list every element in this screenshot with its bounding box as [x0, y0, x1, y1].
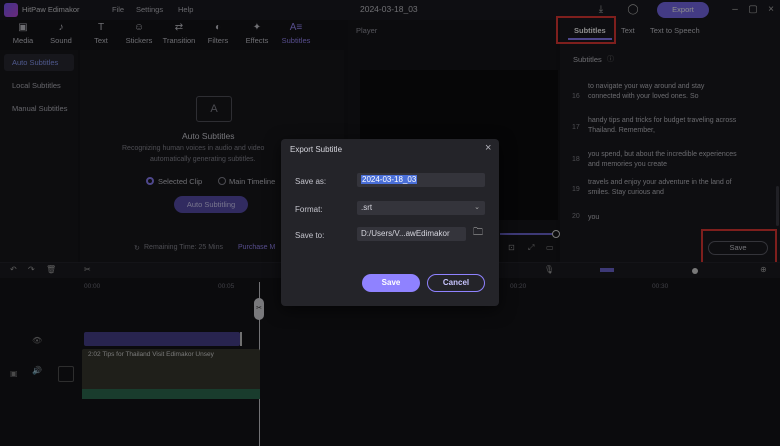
- format-label: Format:: [295, 205, 323, 214]
- save-as-value: 2024-03-18_03: [361, 175, 418, 184]
- format-value: .srt: [361, 203, 373, 212]
- dialog-save-button[interactable]: Save: [362, 274, 420, 292]
- dialog-cancel-button[interactable]: Cancel: [427, 274, 485, 292]
- format-select[interactable]: .srt ⌄: [357, 201, 485, 215]
- save-to-label: Save to:: [295, 231, 325, 240]
- dialog-title: Export Subtitle: [290, 145, 343, 154]
- save-as-input[interactable]: 2024-03-18_03: [357, 173, 485, 187]
- save-to-input[interactable]: D:/Users/V...awEdimakor: [357, 227, 466, 241]
- save-as-label: Save as:: [295, 177, 327, 186]
- close-icon[interactable]: ×: [485, 142, 491, 154]
- folder-icon[interactable]: 🗀: [472, 227, 484, 239]
- chevron-down-icon: ⌄: [474, 204, 480, 211]
